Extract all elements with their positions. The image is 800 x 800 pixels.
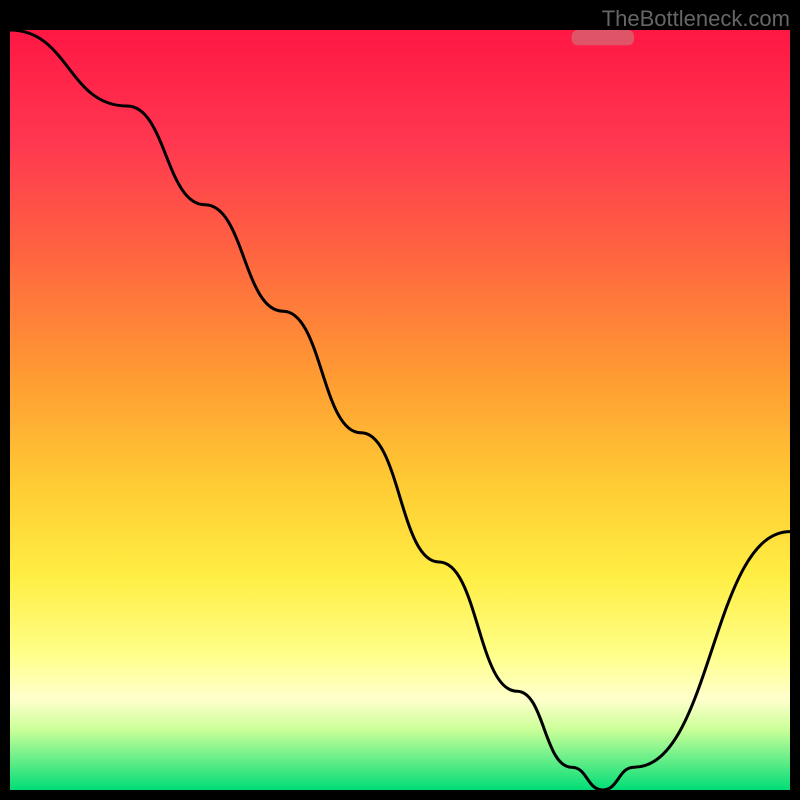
optimal-marker — [572, 30, 634, 45]
chart-container — [10, 30, 790, 790]
gradient-background — [10, 30, 790, 790]
watermark-text: TheBottleneck.com — [602, 6, 790, 32]
chart-svg — [10, 30, 790, 790]
